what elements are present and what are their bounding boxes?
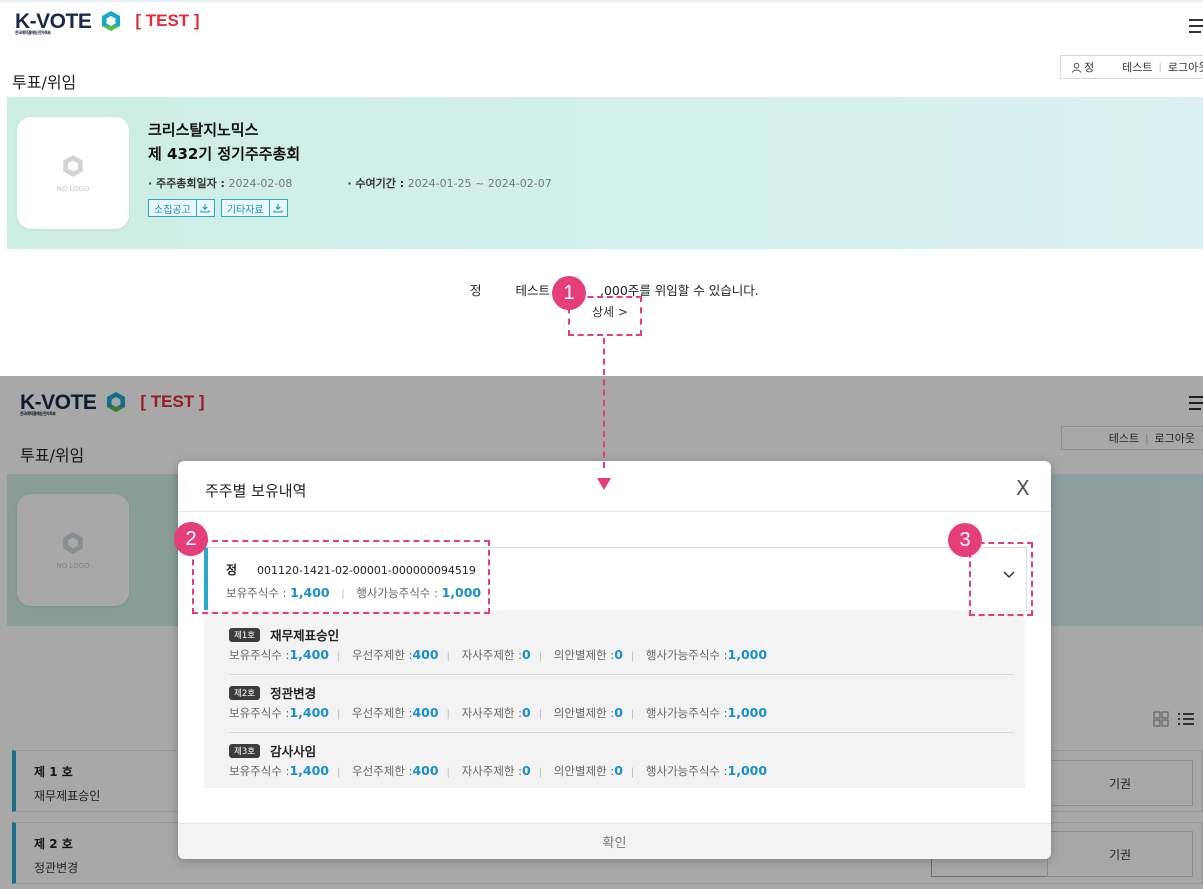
meeting-title: 제 432기 정기주주총회 <box>148 145 301 163</box>
download-icon <box>195 200 214 216</box>
user-name: 테스트 <box>1122 61 1153 74</box>
document-buttons: 소집공고 기타자료 <box>148 199 288 217</box>
callout-2-box <box>192 540 490 614</box>
agenda-badge: 제1호 <box>229 627 261 642</box>
agenda-item: 제3호 감사사임 보유주식수 :1,400 | 우선주제한 :400 | 자사주제한 … <box>229 734 1013 791</box>
agenda-detail-panel: 제1호 재무제표승인 보유주식수 :1,400 | 우선주제한 :400 | 자사주제… <box>204 610 1025 788</box>
callout-1-line <box>603 338 605 468</box>
agenda-title: 재무제표승인 <box>270 628 340 643</box>
user-icon <box>1071 62 1082 73</box>
close-icon[interactable]: X <box>1016 478 1030 498</box>
callout-3-box <box>969 542 1033 616</box>
callout-1-arrow-icon <box>597 478 611 490</box>
period-value: 2024-01-25 ~ 2024-02-07 <box>407 177 552 190</box>
notice-name: 정 <box>470 283 482 298</box>
meeting-meta: · 주주총회일자 : 2024-02-08 · 수여기간 : 2024-01-2… <box>148 175 552 191</box>
brand-logo: K-VOTE 한국예탁결제원 전자투표 <box>15 9 92 35</box>
modal-title: 주주별 보유내역 <box>205 482 307 500</box>
company-hero: NO LOGO 크리스탈지노믹스 제 432기 정기주주총회 · 주주총회일자 … <box>7 97 1203 249</box>
top-divider <box>0 0 1203 2</box>
no-logo-text: NO LOGO <box>56 185 90 193</box>
modal-divider <box>178 511 1051 512</box>
user-name-prefix: 정 <box>1084 61 1095 74</box>
callout-1: 1 <box>552 276 586 310</box>
agenda-item: 제1호 재무제표승인 보유주식수 :1,400 | 우선주제한 :400 | 자사주제… <box>229 618 1013 675</box>
download-icon <box>268 200 287 216</box>
period-label: · 수여기간 : <box>347 177 405 190</box>
holdings-modal: 주주별 보유내역 X 정 001120-1421-02-00001-0000000… <box>178 461 1051 859</box>
agenda-item: 제2호 정관변경 보유주식수 :1,400 | 우선주제한 :400 | 자사주제한 … <box>229 676 1013 733</box>
agenda-stats: 보유주식수 :1,400 | 우선주제한 :400 | 자사주제한 :0 | 의안별제… <box>229 705 768 720</box>
hexagon-logo-icon <box>102 11 121 31</box>
agenda-stats: 보유주식수 :1,400 | 우선주제한 :400 | 자사주제한 :0 | 의안별제… <box>229 763 768 778</box>
agenda-stats: 보유주식수 :1,400 | 우선주제한 :400 | 자사주제한 :0 | 의안별제… <box>229 647 768 662</box>
callout-3: 3 <box>948 523 982 557</box>
other-materials-button[interactable]: 기타자료 <box>220 199 288 217</box>
agenda-badge: 제2호 <box>229 685 261 700</box>
meeting-date-value: 2024-02-08 <box>228 177 293 190</box>
agenda-title: 감사사임 <box>270 744 317 759</box>
menu-icon[interactable] <box>1189 19 1203 33</box>
page-title: 투표/위임 <box>12 73 77 92</box>
company-logo-card: NO LOGO <box>17 117 129 229</box>
brand[interactable]: K-VOTE 한국예탁결제원 전자투표 [ TEST ] <box>15 9 200 35</box>
callout-2: 2 <box>174 522 208 556</box>
user-box: 정 테스트 | 로그아웃 <box>1060 55 1203 79</box>
convocation-notice-button[interactable]: 소집공고 <box>148 199 215 217</box>
logout-link[interactable]: 로그아웃 <box>1168 59 1203 75</box>
no-logo-icon <box>63 155 83 177</box>
confirm-button[interactable]: 확인 <box>178 823 1051 859</box>
notice-name2: 테스트 <box>515 283 550 298</box>
agenda-badge: 제3호 <box>229 743 261 758</box>
agenda-title: 정관변경 <box>270 686 317 701</box>
company-name: 크리스탈지노믹스 <box>148 121 259 139</box>
brand-subtitle: 한국예탁결제원 전자투표 <box>15 29 51 35</box>
meeting-date-label: · 주주총회일자 : <box>148 177 225 190</box>
test-badge: [ TEST ] <box>135 11 200 30</box>
